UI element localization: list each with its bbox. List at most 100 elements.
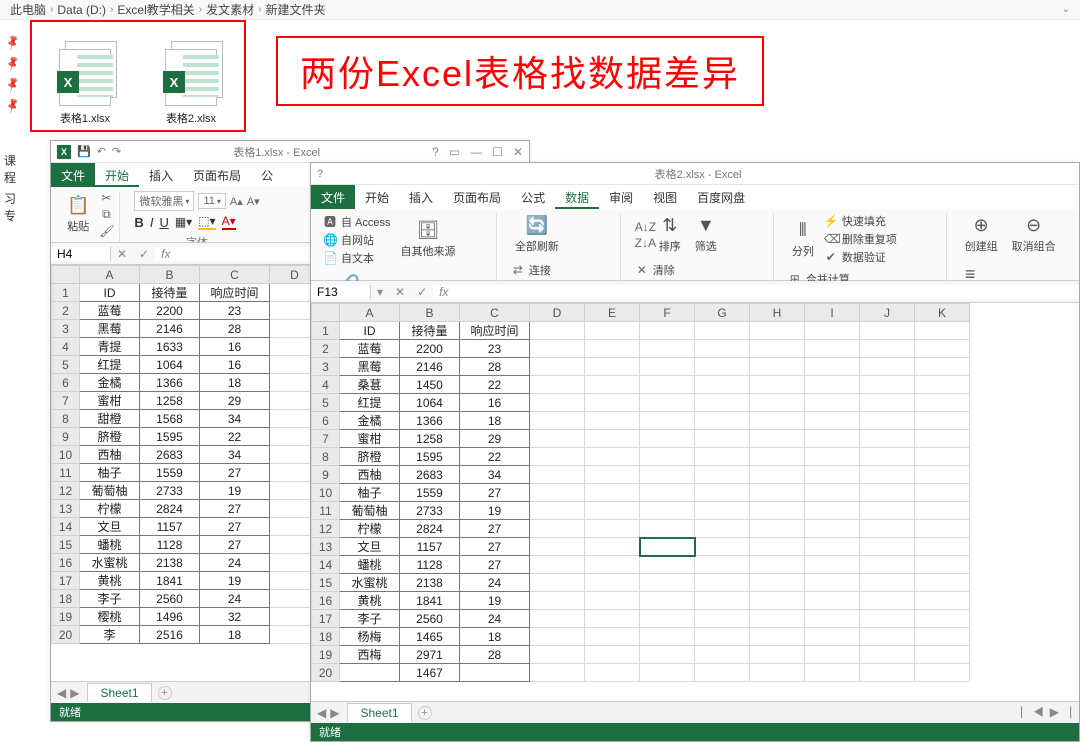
- cut-icon[interactable]: ✂: [99, 191, 113, 205]
- cell-C11[interactable]: 27: [200, 464, 270, 482]
- cell-B2[interactable]: 2200: [400, 340, 460, 358]
- cell-G9[interactable]: [695, 466, 750, 484]
- cell-C6[interactable]: 18: [200, 374, 270, 392]
- cell-D6[interactable]: [530, 412, 585, 430]
- crumb-pc[interactable]: 此电脑: [10, 1, 46, 18]
- cell-I6[interactable]: [805, 412, 860, 430]
- cell-G3[interactable]: [695, 358, 750, 376]
- ribbon-opts-icon[interactable]: ▭: [449, 145, 460, 159]
- worksheet-tab-2[interactable]: Sheet1: [347, 703, 411, 722]
- cell-C4[interactable]: 16: [200, 338, 270, 356]
- crumb-folder3[interactable]: 新建文件夹: [265, 1, 325, 18]
- row-header-3[interactable]: 3: [312, 358, 340, 376]
- cell-H19[interactable]: [750, 646, 805, 664]
- col-header-B[interactable]: B: [140, 266, 200, 284]
- cell-H16[interactable]: [750, 592, 805, 610]
- tab-formula-2[interactable]: 公式: [511, 185, 555, 209]
- crumb-drive[interactable]: Data (D:): [57, 3, 106, 17]
- cell-F9[interactable]: [640, 466, 695, 484]
- cell-B20[interactable]: 1467: [400, 664, 460, 682]
- cell-F15[interactable]: [640, 574, 695, 592]
- fx-cancel-icon[interactable]: ✕: [111, 247, 133, 261]
- cell-E16[interactable]: [585, 592, 640, 610]
- cell-C2[interactable]: 23: [460, 340, 530, 358]
- row-header-12[interactable]: 12: [52, 482, 80, 500]
- from-web-button[interactable]: 🌐自网站: [323, 232, 391, 248]
- scroll-end-icon[interactable]: ▶⎹: [1050, 705, 1071, 720]
- cell-F5[interactable]: [640, 394, 695, 412]
- cell-A5[interactable]: 红提: [340, 394, 400, 412]
- cell-K12[interactable]: [915, 520, 970, 538]
- cell-A3[interactable]: 黑莓: [80, 320, 140, 338]
- cell-B16[interactable]: 2138: [140, 554, 200, 572]
- cell-C2[interactable]: 23: [200, 302, 270, 320]
- refresh-all-button[interactable]: 🔄全部刷新: [511, 213, 563, 256]
- cell-A18[interactable]: 李子: [80, 590, 140, 608]
- cell-E13[interactable]: [585, 538, 640, 556]
- cell-C17[interactable]: 19: [200, 572, 270, 590]
- cell-I19[interactable]: [805, 646, 860, 664]
- cell-D19[interactable]: [530, 646, 585, 664]
- tab-insert[interactable]: 插入: [139, 163, 183, 187]
- cell-C17[interactable]: 24: [460, 610, 530, 628]
- tab-file[interactable]: 文件: [51, 163, 95, 187]
- excel-window-2[interactable]: ? 表格2.xlsx - Excel 文件 开始 插入 页面布局 公式 数据 审…: [310, 162, 1080, 742]
- cell-A17[interactable]: 李子: [340, 610, 400, 628]
- cell-C13[interactable]: 27: [200, 500, 270, 518]
- cell-B1[interactable]: 接待量: [140, 284, 200, 302]
- cell-E2[interactable]: [585, 340, 640, 358]
- cell-C12[interactable]: 19: [200, 482, 270, 500]
- row-header-2[interactable]: 2: [52, 302, 80, 320]
- row-header-7[interactable]: 7: [52, 392, 80, 410]
- cell-C12[interactable]: 27: [460, 520, 530, 538]
- cell-E6[interactable]: [585, 412, 640, 430]
- cell-D11[interactable]: [530, 502, 585, 520]
- cell-A11[interactable]: 柚子: [80, 464, 140, 482]
- cell-C15[interactable]: 27: [200, 536, 270, 554]
- grow-font-icon[interactable]: A▴: [230, 195, 243, 208]
- cell-G14[interactable]: [695, 556, 750, 574]
- cell-C8[interactable]: 34: [200, 410, 270, 428]
- cell-G18[interactable]: [695, 628, 750, 646]
- cell-I12[interactable]: [805, 520, 860, 538]
- paste-button[interactable]: 📋粘贴: [63, 193, 93, 236]
- italic-button[interactable]: I: [150, 215, 154, 230]
- titlebar-1[interactable]: X 💾 ↶ ↷ 表格1.xlsx - Excel ? ▭ — ☐ ✕: [51, 141, 529, 163]
- cell-D14[interactable]: [530, 556, 585, 574]
- cell-E7[interactable]: [585, 430, 640, 448]
- ribbon-tabs-2[interactable]: 文件 开始 插入 页面布局 公式 数据 审阅 视图 百度网盘: [311, 185, 1079, 209]
- cell-G8[interactable]: [695, 448, 750, 466]
- cell-J1[interactable]: [860, 322, 915, 340]
- group-button[interactable]: ⊕创建组: [961, 213, 1002, 256]
- cell-H18[interactable]: [750, 628, 805, 646]
- fx-confirm-icon[interactable]: ✓: [133, 247, 155, 261]
- sort-az-button[interactable]: A↓Z: [635, 220, 649, 234]
- cell-C20[interactable]: [460, 664, 530, 682]
- col-header-J[interactable]: J: [860, 304, 915, 322]
- col-header-B[interactable]: B: [400, 304, 460, 322]
- tab-file-2[interactable]: 文件: [311, 185, 355, 209]
- cell-G20[interactable]: [695, 664, 750, 682]
- tab-view-2[interactable]: 视图: [643, 185, 687, 209]
- cell-I11[interactable]: [805, 502, 860, 520]
- cell-A8[interactable]: 脐橙: [340, 448, 400, 466]
- cell-A11[interactable]: 葡萄柚: [340, 502, 400, 520]
- connections-button[interactable]: ⇄连接: [511, 262, 573, 278]
- worksheet-tab-1[interactable]: Sheet1: [87, 683, 151, 702]
- cell-E5[interactable]: [585, 394, 640, 412]
- cell-B3[interactable]: 2146: [400, 358, 460, 376]
- row-header-7[interactable]: 7: [312, 430, 340, 448]
- cell-H10[interactable]: [750, 484, 805, 502]
- cell-B9[interactable]: 2683: [400, 466, 460, 484]
- cell-A7[interactable]: 蜜柑: [340, 430, 400, 448]
- row-header-16[interactable]: 16: [52, 554, 80, 572]
- cell-J13[interactable]: [860, 538, 915, 556]
- cell-G5[interactable]: [695, 394, 750, 412]
- cell-C10[interactable]: 27: [460, 484, 530, 502]
- row-header-9[interactable]: 9: [52, 428, 80, 446]
- cell-A15[interactable]: 蟠桃: [80, 536, 140, 554]
- maximize-icon[interactable]: ☐: [492, 145, 503, 159]
- cell-G7[interactable]: [695, 430, 750, 448]
- cell-D13[interactable]: [530, 538, 585, 556]
- cell-H5[interactable]: [750, 394, 805, 412]
